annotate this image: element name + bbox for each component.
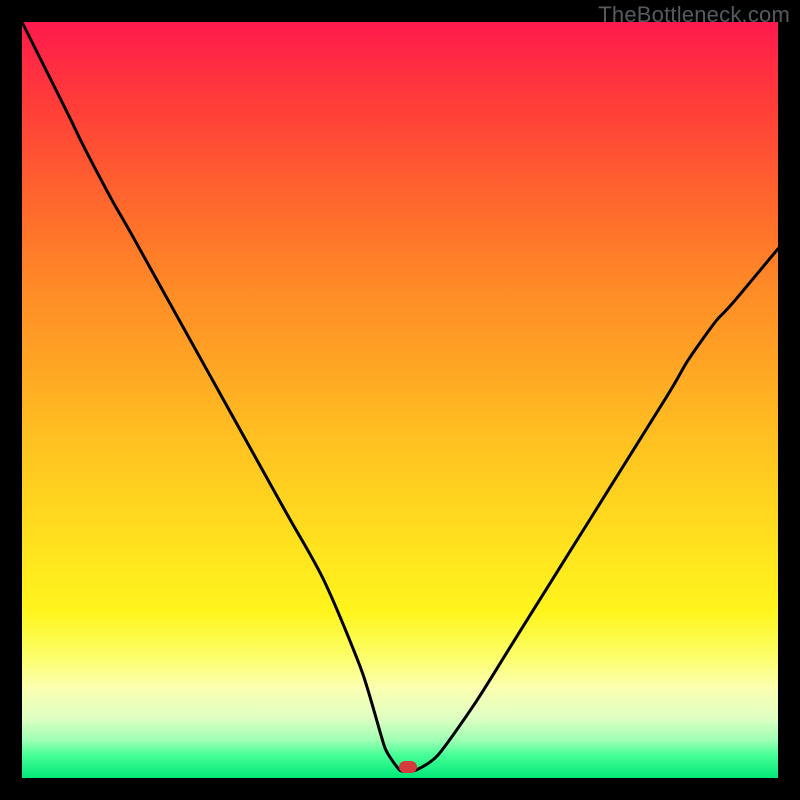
bottleneck-curve	[22, 22, 778, 778]
chart-frame: TheBottleneck.com	[0, 0, 800, 800]
plot-area	[22, 22, 778, 778]
watermark-label: TheBottleneck.com	[598, 2, 790, 28]
optimal-point-marker	[399, 761, 417, 773]
